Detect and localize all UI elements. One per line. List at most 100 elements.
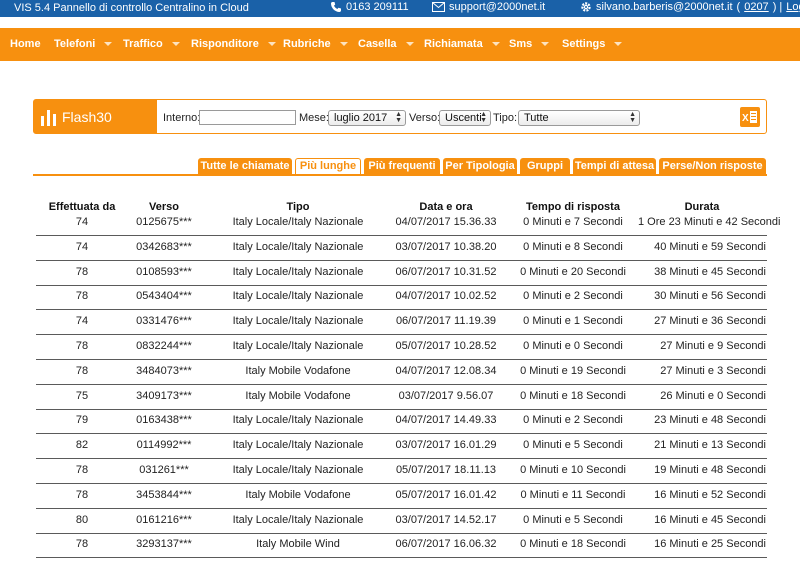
menu-home[interactable]: Home [10, 38, 41, 50]
tab-tempi-di-attesa[interactable]: Tempi di attesa [573, 158, 656, 175]
menu-risponditore[interactable]: Risponditore [191, 38, 276, 50]
table-row: 78 3293137*** Italy Mobile Wind 06/07/2017 … [36, 533, 767, 559]
mese-value: luglio 2017 [334, 112, 388, 124]
cell-tempo-di-risposta: 0 Minuti e 19 Secondi [520, 364, 626, 377]
gear-icon[interactable] [580, 1, 592, 13]
verso-select[interactable]: Uscenti ▲ ▼ [439, 110, 491, 126]
cell-tipo: Italy Locale/Italy Nazionale [232, 340, 364, 352]
tab-perse-non-risposte[interactable]: Perse/Non risposte [659, 158, 766, 175]
cell-effettuata-da: 75 [75, 389, 89, 402]
tab-tutte-le-chiamate[interactable]: Tutte le chiamate [198, 158, 292, 175]
menu-casella[interactable]: Casella [358, 38, 414, 50]
cell-verso: 0161216*** [136, 513, 192, 526]
main-menu: Home Telefoni Traffico Risponditore Rubr… [0, 28, 800, 61]
select-arrows-icon: ▲ ▼ [480, 111, 487, 124]
filter-panel: Flash30 Interno: Mese: luglio 2017 ▲ ▼ Ve… [33, 99, 767, 134]
menu-label: Home [10, 38, 41, 50]
table-row: 79 0163438*** Italy Locale/Italy Nazionale… [36, 409, 767, 435]
cell-verso: 0331476*** [136, 315, 192, 328]
tab-piu-frequenti[interactable]: Più frequenti [364, 158, 440, 175]
app-title: VIS 5.4 Pannello di controllo Centralino… [14, 2, 249, 14]
cell-verso: 3453844*** [136, 488, 192, 501]
mese-label: Mese: [299, 112, 329, 124]
select-arrows-icon: ▲ ▼ [395, 111, 402, 124]
menu-telefoni[interactable]: Telefoni [54, 38, 113, 50]
cell-verso: 0163438*** [136, 414, 192, 427]
cell-durata: 21 Minuti e 13 Secondi [654, 439, 766, 452]
table-row: 80 0161216*** Italy Locale/Italy Nazionale… [36, 509, 767, 534]
cell-tipo: Italy Mobile Vodafone [245, 488, 351, 501]
cell-data-e-ora: 04/07/2017 15.36.33 [395, 216, 497, 228]
menu-settings[interactable]: Settings [562, 38, 623, 50]
cell-effettuata-da: 74 [75, 240, 89, 253]
logout-link[interactable]: Logout [786, 1, 800, 13]
interno-input[interactable] [199, 110, 296, 125]
user-code-link[interactable]: 0207 [744, 1, 768, 13]
menu-label: Traffico [123, 38, 163, 50]
cell-tipo: Italy Locale/Italy Nazionale [232, 414, 364, 427]
top-bar: VIS 5.4 Pannello di controllo Centralino… [0, 0, 800, 17]
cell-data-e-ora: 03/07/2017 10.38.20 [395, 240, 497, 253]
envelope-icon [432, 2, 445, 12]
cell-data-e-ora: 04/07/2017 10.02.52 [395, 290, 497, 303]
cell-effettuata-da: 78 [75, 488, 89, 501]
table-row: 78 3453844*** Italy Mobile Vodafone 05/07/2… [36, 484, 767, 509]
cell-tempo-di-risposta: 0 Minuti e 5 Secondi [523, 439, 623, 452]
menu-sms[interactable]: Sms [509, 38, 550, 50]
cell-verso: 3293137*** [136, 538, 192, 551]
table-row: 78 3484073*** Italy Mobile Vodafone 04/07/2… [36, 360, 767, 385]
mese-select[interactable]: luglio 2017 ▲ ▼ [328, 110, 406, 126]
verso-value: Uscenti [445, 112, 482, 124]
cell-effettuata-da: 78 [75, 464, 89, 476]
cell-data-e-ora: 06/07/2017 16.06.32 [395, 538, 497, 551]
cell-effettuata-da: 80 [75, 513, 89, 526]
tabs-underline [33, 174, 767, 176]
menu-traffico[interactable]: Traffico [123, 38, 180, 50]
cell-data-e-ora: 03/07/2017 16.01.29 [395, 439, 497, 452]
cell-tempo-di-risposta: 0 Minuti e 5 Secondi [523, 513, 623, 526]
verso-label: Verso: [409, 112, 441, 124]
chevron-down-icon [267, 42, 276, 46]
chevron-down-icon [171, 42, 180, 46]
cell-tempo-di-risposta: 0 Minuti e 2 Secondi [523, 290, 623, 303]
tipo-label: Tipo: [493, 112, 518, 124]
cell-tipo: Italy Locale/Italy Nazionale [232, 464, 364, 476]
excel-export-icon[interactable]: X [740, 107, 760, 127]
cell-effettuata-da: 74 [75, 216, 89, 228]
cell-durata: 30 Minuti e 56 Secondi [654, 290, 766, 303]
cell-tempo-di-risposta: 0 Minuti e 18 Secondi [520, 389, 626, 402]
cell-tipo: Italy Locale/Italy Nazionale [232, 513, 364, 526]
cell-tempo-di-risposta: 0 Minuti e 7 Secondi [523, 216, 623, 228]
menu-richiamata[interactable]: Richiamata [424, 38, 500, 50]
support-email[interactable]: support@2000net.it [432, 1, 545, 13]
user-email: silvano.barberis@2000net.it [596, 1, 733, 13]
cell-data-e-ora: 06/07/2017 10.31.52 [395, 265, 497, 278]
menu-label: Settings [562, 38, 606, 50]
cell-tipo: Italy Locale/Italy Nazionale [232, 439, 364, 452]
tipo-select[interactable]: Tutte ▲ ▼ [518, 110, 640, 126]
chevron-down-icon [541, 42, 550, 46]
cell-data-e-ora: 04/07/2017 12.08.34 [395, 364, 497, 377]
cell-verso: 3409173*** [136, 389, 192, 402]
cell-data-e-ora: 06/07/2017 11.19.39 [395, 315, 497, 328]
cell-tempo-di-risposta: 0 Minuti e 8 Secondi [523, 240, 623, 253]
cell-effettuata-da: 82 [75, 439, 89, 452]
cell-tipo: Italy Mobile Vodafone [245, 364, 351, 377]
menu-rubriche[interactable]: Rubriche [283, 38, 348, 50]
cell-effettuata-da: 74 [75, 315, 89, 328]
tab-per-tipologia[interactable]: Per Tipologia [443, 158, 517, 175]
svg-text:X: X [742, 113, 749, 124]
logo-text: Flash30 [62, 108, 112, 125]
cell-effettuata-da: 78 [75, 364, 89, 377]
phone-icon [331, 2, 341, 12]
support-email-text[interactable]: support@2000net.it [449, 1, 545, 13]
cell-durata: 1 Ore 23 Minuti e 42 Secondi [638, 216, 781, 228]
cell-tipo: Italy Mobile Wind [256, 538, 340, 551]
cell-durata: 40 Minuti e 59 Secondi [654, 240, 766, 253]
cell-durata: 16 Minuti e 25 Secondi [654, 538, 766, 551]
tab-gruppi[interactable]: Gruppi [520, 158, 570, 175]
cell-effettuata-da: 78 [75, 290, 89, 303]
cell-verso: 0125675*** [136, 216, 192, 228]
table-row: 74 0331476*** Italy Locale/Italy Nazionale… [36, 310, 767, 336]
cell-tempo-di-risposta: 0 Minuti e 10 Secondi [520, 464, 626, 476]
